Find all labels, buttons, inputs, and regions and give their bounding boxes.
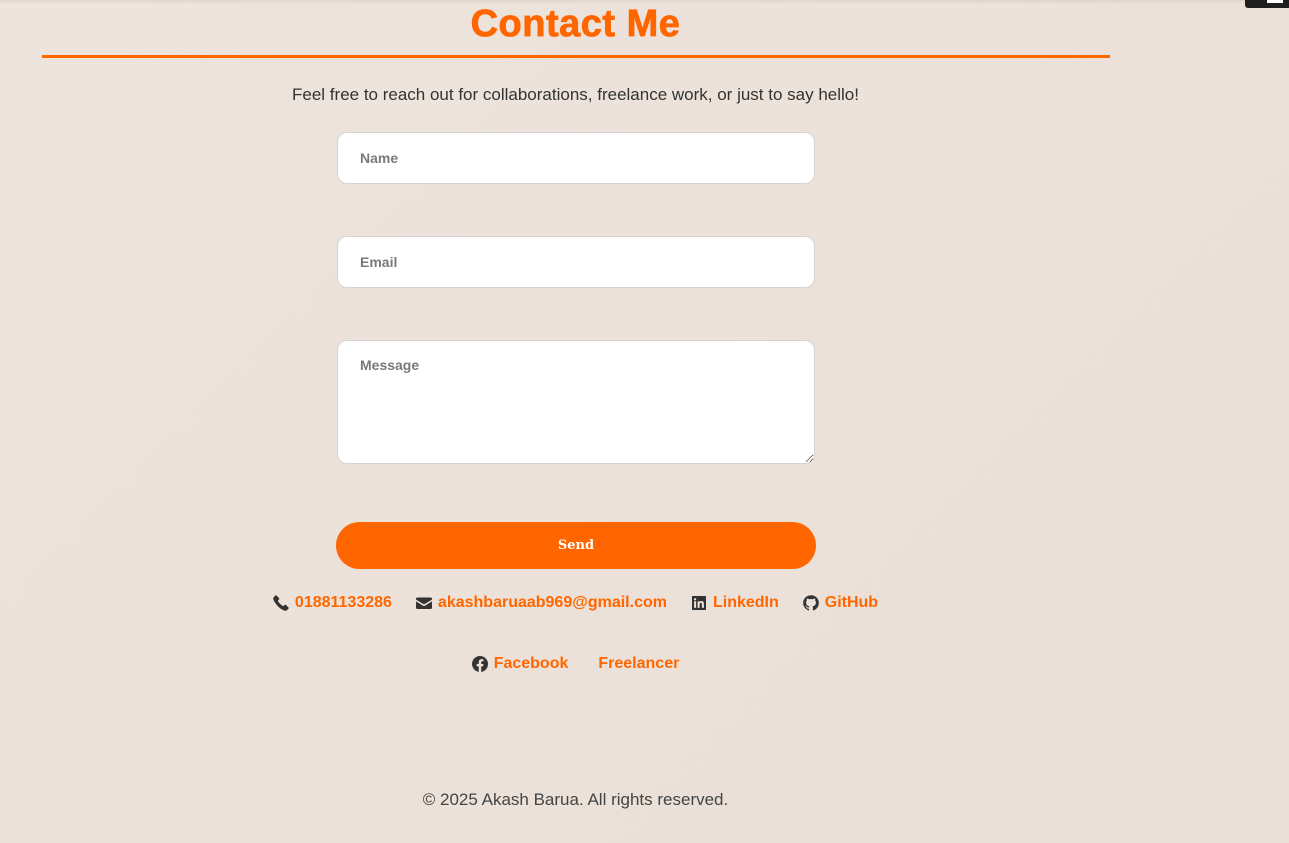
envelope-icon [415,597,432,609]
github-icon [802,595,819,611]
contact-intro: Feel free to reach out for collaboration… [292,85,859,104]
phone-link[interactable]: 01881133286 [273,592,392,614]
github-link[interactable]: GitHub [802,592,879,614]
freelancer-label: Freelancer [598,655,680,672]
page-title: Contact Me [470,3,681,46]
freelancer-link[interactable]: Freelancer [598,653,679,675]
facebook-link[interactable]: Facebook [471,653,569,675]
name-input[interactable] [337,132,815,184]
contact-links-row: 01881133286 akashbaruaab969@gmail.com Li… [0,592,1151,614]
phone-icon [273,595,289,611]
send-button[interactable]: Send [336,522,816,569]
facebook-icon [471,656,488,672]
phone-number: 01881133286 [294,594,392,611]
github-label: GitHub [824,594,879,611]
social-links-row: Facebook Freelancer [0,653,1151,675]
email-address: akashbaruaab969@gmail.com [437,594,667,611]
title-divider [42,55,1110,58]
linkedin-link[interactable]: LinkedIn [691,592,779,614]
message-textarea[interactable] [337,340,815,464]
email-link[interactable]: akashbaruaab969@gmail.com [415,592,667,614]
linkedin-label: LinkedIn [712,594,779,611]
facebook-label: Facebook [493,655,569,672]
corner-widget[interactable] [1245,0,1289,8]
footer-copyright: © 2025 Akash Barua. All rights reserved. [422,790,729,809]
email-input[interactable] [337,236,815,288]
linkedin-icon [691,596,706,610]
